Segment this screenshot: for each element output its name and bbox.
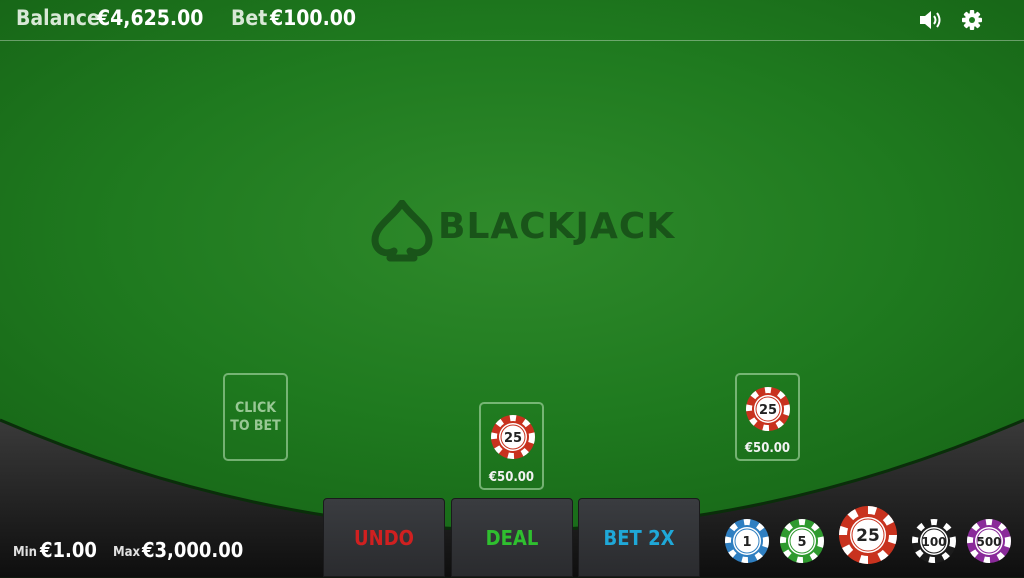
min-label: Min [13,545,37,560]
chip-label: 500 [976,535,1001,549]
speaker-icon [920,11,941,29]
bet-spot-right[interactable]: 25 €50.00 [735,373,800,461]
chip-label: 5 [797,535,806,550]
balance-value: €4,625.00 [97,6,204,30]
balance-label: Balance [16,6,100,30]
bet-spot-left[interactable]: CLICK TO BET [223,373,288,461]
bet-value: €100.00 [270,6,357,30]
spade-icon [371,200,433,262]
chip-100-button[interactable]: 100 [911,518,957,564]
spot-text-line1: CLICK [235,400,276,416]
gear-icon [962,10,982,30]
undo-button[interactable]: UNDO [323,498,445,577]
chip-25-button[interactable]: 25 [838,505,898,565]
chip-1-button[interactable]: 1 [724,518,770,564]
blackjack-logo: BLACKJACK [370,200,674,262]
bet-chip-25: 25 [491,415,535,459]
bet-label: Bet [231,6,268,30]
spot-amount: €50.00 [488,470,535,485]
sound-button[interactable] [918,8,944,32]
spot-amount: €50.00 [744,441,791,456]
settings-button[interactable] [960,8,986,32]
bet-2x-button[interactable]: BET 2X [578,498,700,577]
max-value: €3,000.00 [142,538,244,562]
min-value: €1.00 [40,538,97,562]
chip-value: 25 [759,403,777,418]
bet-spot-center[interactable]: 25 €50.00 [479,402,544,490]
table-rail [0,418,1024,577]
chip-value: 25 [504,431,522,446]
top-bar: Balance €4,625.00 Bet €100.00 [0,0,1024,41]
chip-500-button[interactable]: 500 [966,518,1012,564]
deal-button[interactable]: DEAL [451,498,573,577]
max-label: Max [113,545,141,560]
chip-5-button[interactable]: 5 [779,518,825,564]
chip-label: 100 [921,535,946,549]
chip-label: 25 [856,526,880,546]
bet-chip-25: 25 [746,387,790,431]
logo-text: BLACKJACK [438,206,676,247]
chip-label: 1 [742,535,751,550]
spot-text-line2: TO BET [230,418,281,434]
